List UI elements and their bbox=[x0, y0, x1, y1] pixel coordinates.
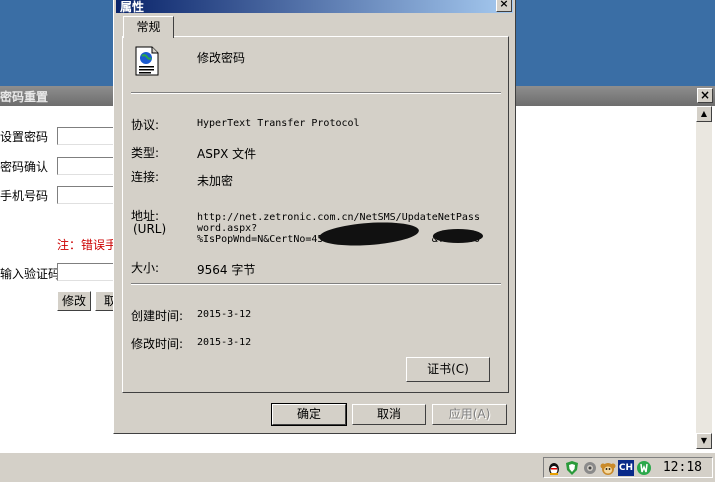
web-document-icon bbox=[134, 46, 160, 76]
dialog-titlebar[interactable]: 属性 × bbox=[116, 0, 513, 14]
cancel-button[interactable]: 取消 bbox=[352, 404, 426, 425]
connection-label: 连接: bbox=[131, 170, 160, 184]
shield-icon[interactable] bbox=[564, 460, 580, 476]
error-note: 注：错误手 bbox=[57, 238, 118, 252]
monkey-icon[interactable] bbox=[600, 460, 616, 476]
apply-button[interactable]: 应用(A) bbox=[432, 404, 507, 425]
page-scrollbar[interactable]: ▲ ▼ bbox=[696, 106, 712, 449]
clock: 12:18 bbox=[662, 460, 702, 475]
new-password-input[interactable] bbox=[57, 127, 117, 145]
tab-general[interactable]: 常规 bbox=[123, 16, 174, 38]
certificate-button[interactable]: 证书(C) bbox=[406, 357, 490, 382]
submit-button[interactable]: 修改 bbox=[57, 291, 91, 311]
dialog-close-button[interactable]: × bbox=[496, 0, 512, 12]
new-password-label: 设置密码 bbox=[0, 130, 49, 144]
captcha-label: 输入验证码 bbox=[0, 267, 61, 281]
ch-input-icon[interactable]: CH bbox=[618, 460, 634, 476]
protocol-value: HyperText Transfer Protocol bbox=[197, 118, 360, 129]
system-tray: CH 12:18 bbox=[543, 457, 713, 478]
ok-button[interactable]: 确定 bbox=[271, 403, 347, 426]
separator bbox=[131, 92, 501, 94]
protocol-label: 协议: bbox=[131, 118, 160, 132]
network-icon[interactable] bbox=[582, 460, 598, 476]
password-reset-form: 设置密码 密码确认 手机号码 注：错误手 输入验证码 修改 取 bbox=[0, 106, 125, 452]
security-icon[interactable] bbox=[636, 460, 652, 476]
created-label: 创建时间: bbox=[131, 309, 184, 323]
address-url-label: (URL) bbox=[133, 222, 167, 236]
qq-icon[interactable] bbox=[546, 460, 562, 476]
scroll-up-arrow-icon[interactable]: ▲ bbox=[696, 106, 712, 122]
type-value: ASPX 文件 bbox=[197, 147, 257, 161]
size-label: 大小: bbox=[131, 261, 160, 275]
dialog-title: 属性 bbox=[120, 0, 145, 14]
phone-number-label: 手机号码 bbox=[0, 189, 49, 203]
modified-label: 修改时间: bbox=[131, 337, 184, 351]
redaction-mark bbox=[433, 229, 483, 243]
type-label: 类型: bbox=[131, 146, 160, 160]
confirm-password-input[interactable] bbox=[57, 157, 117, 175]
separator bbox=[131, 283, 501, 285]
size-value: 9564 字节 bbox=[197, 263, 256, 277]
file-name: 修改密码 bbox=[197, 51, 246, 65]
captcha-input[interactable] bbox=[57, 263, 117, 281]
confirm-password-label: 密码确认 bbox=[0, 160, 49, 174]
phone-number-input[interactable] bbox=[57, 186, 117, 204]
taskbar: CH 12:18 bbox=[0, 452, 715, 482]
general-panel: 修改密码 协议: HyperText Transfer Protocol 类型:… bbox=[122, 36, 509, 393]
background-page-title: 密码重置 bbox=[0, 90, 49, 104]
connection-value: 未加密 bbox=[197, 174, 234, 188]
scroll-down-arrow-icon[interactable]: ▼ bbox=[696, 433, 712, 449]
modified-value: 2015-3-12 bbox=[197, 337, 252, 348]
properties-dialog: 属性 × 常规 修改密码 协议: HyperText Transfer Prot… bbox=[113, 0, 516, 434]
created-value: 2015-3-12 bbox=[197, 309, 252, 320]
background-close-button[interactable]: × bbox=[697, 88, 713, 103]
